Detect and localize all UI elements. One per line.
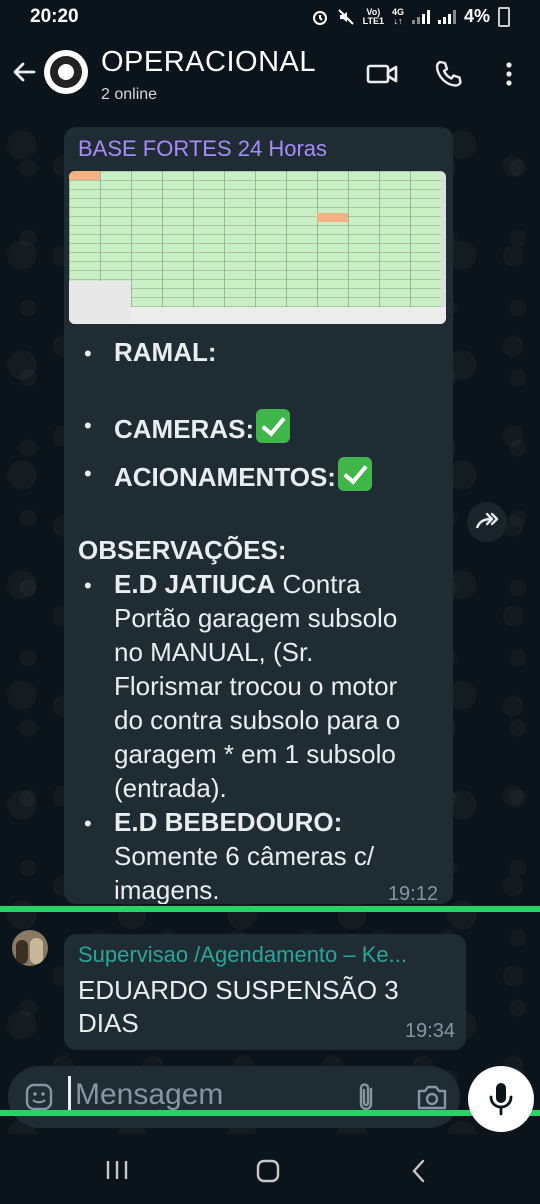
bullet-cameras: CAMERAS: bbox=[114, 409, 291, 445]
obs2-title: E.D BEBEDOURO: bbox=[114, 807, 343, 837]
bullet-dot: • bbox=[84, 413, 92, 438]
check-mark-icon bbox=[256, 409, 291, 443]
status-bar: 20:20 Vo) LTE1 4G ↓↑ 4% bbox=[0, 0, 540, 34]
back-nav-icon[interactable] bbox=[408, 1158, 430, 1184]
message-time: 19:12 bbox=[387, 883, 438, 904]
highlight-line-bottom bbox=[0, 1110, 540, 1116]
observacoes-title: OBSERVAÇÕES: bbox=[78, 535, 287, 565]
spreadsheet-image-thumbnail[interactable] bbox=[69, 171, 446, 324]
bullet-dot: • bbox=[84, 811, 92, 836]
back-arrow-icon[interactable] bbox=[10, 58, 38, 86]
forward-button[interactable] bbox=[467, 502, 507, 542]
mic-button[interactable] bbox=[468, 1066, 534, 1132]
group-avatar[interactable] bbox=[44, 50, 88, 94]
message-text: EDUARDO SUSPENSÃO 3 DIAS bbox=[78, 975, 399, 1038]
system-nav-bar bbox=[0, 1134, 540, 1204]
highlight-line-top bbox=[0, 906, 540, 912]
forward-icon bbox=[475, 512, 499, 529]
bullet-dot: • bbox=[84, 461, 92, 486]
obs1-line-7: (entrada). bbox=[114, 773, 227, 803]
mic-icon bbox=[489, 1083, 513, 1116]
chat-title[interactable]: OPERACIONAL bbox=[101, 46, 316, 79]
message-time: 19:34 bbox=[404, 1020, 455, 1042]
home-icon[interactable] bbox=[255, 1158, 281, 1184]
bullet-acionamentos: ACIONAMENTOS: bbox=[114, 457, 372, 493]
obs2-line-2: imagens. bbox=[114, 875, 220, 904]
obs1-line-5: do contra subsolo para o bbox=[114, 705, 401, 735]
phone-call-icon[interactable] bbox=[431, 56, 467, 92]
more-options-icon[interactable] bbox=[491, 56, 527, 92]
check-mark-icon bbox=[337, 457, 372, 491]
bullet-dot: • bbox=[84, 341, 92, 366]
obs2-line-1: Somente 6 câmeras c/ bbox=[114, 841, 375, 871]
battery-level: 4% bbox=[463, 6, 490, 26]
status-icons: Vo) LTE1 4G ↓↑ 4% bbox=[311, 6, 510, 27]
bullet-ramal: RAMAL: bbox=[114, 337, 217, 367]
emoji-icon[interactable] bbox=[24, 1082, 54, 1112]
obs1-line-2: Portão garagem subsolo bbox=[114, 603, 398, 633]
camera-icon[interactable] bbox=[414, 1080, 450, 1114]
status-time: 20:20 bbox=[30, 6, 79, 27]
recent-apps-icon[interactable] bbox=[104, 1158, 130, 1182]
signal-2-icon bbox=[437, 9, 456, 24]
message-sender[interactable]: BASE FORTES 24 Horas bbox=[78, 136, 327, 162]
chat-subtitle: 2 online bbox=[101, 86, 158, 103]
video-call-icon[interactable] bbox=[364, 56, 400, 92]
sender-avatar[interactable] bbox=[12, 930, 48, 966]
attach-icon[interactable] bbox=[351, 1080, 381, 1114]
network-type: 4G ↓↑ bbox=[391, 6, 404, 26]
obs1-line-4: Florismar trocou o motor bbox=[114, 671, 398, 701]
bullet-dot: • bbox=[84, 573, 92, 598]
obs1-line-3: no MANUAL, (Sr. bbox=[114, 637, 314, 667]
signal-1-icon bbox=[411, 9, 430, 24]
message-composer[interactable]: Mensagem bbox=[8, 1066, 460, 1128]
message-sender[interactable]: Supervisao /Agendamento – Ke... bbox=[78, 942, 407, 968]
mute-icon bbox=[337, 8, 354, 25]
message-input[interactable]: Mensagem bbox=[75, 1078, 223, 1112]
chat-header: OPERACIONAL 2 online bbox=[0, 34, 540, 112]
message-bubble-1[interactable]: BASE FORTES 24 Horas • RAMAL: • CAMERAS:… bbox=[64, 127, 453, 904]
alarm-icon bbox=[312, 10, 327, 25]
battery-icon bbox=[498, 6, 510, 27]
volte-indicator: Vo) LTE1 bbox=[362, 6, 384, 26]
message-bubble-2[interactable]: Supervisao /Agendamento – Ke... EDUARDO … bbox=[64, 934, 466, 1050]
obs1-line-6: garagem * em 1 subsolo bbox=[114, 739, 396, 769]
obs1-line-1: E.D JATIUCA Contra bbox=[114, 569, 361, 599]
